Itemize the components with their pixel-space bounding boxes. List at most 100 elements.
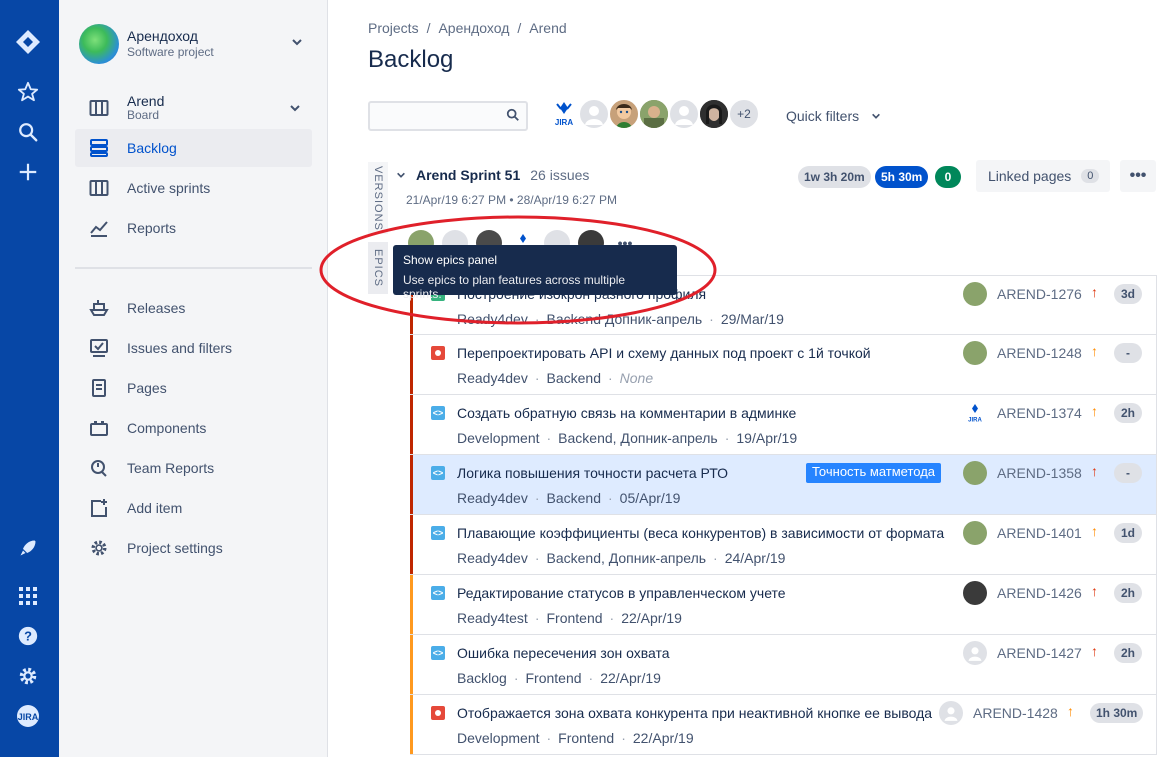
sidebar-item-label: Components	[127, 420, 207, 436]
issue-key[interactable]: AREND-1248	[997, 345, 1082, 361]
apps-icon[interactable]	[14, 582, 42, 610]
components-icon	[87, 416, 111, 440]
issue-summary[interactable]: Редактирование статусов в управленческом…	[457, 585, 786, 601]
issue-row[interactable]: <> Создать обратную связь на комментарии…	[410, 395, 1157, 455]
sidebar-item-pages[interactable]: Pages	[75, 369, 312, 407]
search-input[interactable]	[368, 101, 528, 131]
user-avatar[interactable]	[608, 98, 640, 130]
rocket-icon[interactable]	[14, 534, 42, 562]
issue-row[interactable]: <> Ошибка пересечения зон охвата Backlog…	[410, 635, 1157, 695]
issue-summary[interactable]: Плавающие коэффициенты (веса конкурентов…	[457, 525, 944, 541]
linked-pages-button[interactable]: Linked pages 0	[976, 160, 1110, 192]
issue-key[interactable]: AREND-1428	[973, 705, 1058, 721]
search-icon[interactable]	[14, 118, 42, 146]
chevron-down-icon[interactable]	[291, 36, 303, 51]
jira-avatar[interactable]: JIRA	[963, 401, 987, 425]
issue-version: None	[619, 370, 654, 386]
breadcrumb-board[interactable]: Arend	[529, 20, 566, 36]
task-icon: <>	[431, 406, 445, 420]
sidebar-item-label: Pages	[127, 380, 167, 396]
chevron-down-icon[interactable]	[396, 167, 406, 183]
issue-key[interactable]: AREND-1358	[997, 465, 1082, 481]
issue-summary[interactable]: Создать обратную связь на комментарии в …	[457, 405, 796, 421]
create-icon[interactable]	[14, 158, 42, 186]
bug-icon	[431, 706, 445, 720]
priority-icon: ↑	[1091, 583, 1098, 599]
issue-key[interactable]: AREND-1401	[997, 525, 1082, 541]
issue-date: 05/Apr/19	[619, 490, 681, 506]
issue-summary[interactable]: Перепроектировать API и схему данных под…	[457, 345, 871, 361]
issue-row[interactable]: <> Плавающие коэффициенты (веса конкурен…	[410, 515, 1157, 575]
sidebar-item-components[interactable]: Components	[75, 409, 312, 447]
sidebar-item-team-reports[interactable]: Team Reports	[75, 449, 312, 487]
issue-summary[interactable]: Ошибка пересечения зон охвата	[457, 645, 670, 661]
issue-components: Backend	[546, 370, 601, 386]
jira-avatar[interactable]: JIRA	[548, 98, 580, 130]
priority-icon: ↑	[1091, 284, 1098, 300]
issue-key[interactable]: AREND-1374	[997, 405, 1082, 421]
page-title: Backlog	[368, 46, 454, 73]
issue-summary[interactable]: Логика повышения точности расчета РТО	[457, 465, 728, 481]
sprint-header[interactable]: Arend Sprint 51 26 issues	[396, 167, 589, 183]
sidebar-item-active-sprints[interactable]: Active sprints	[75, 169, 312, 207]
sidebar-item-issues-and-filters[interactable]: Issues and filters	[75, 329, 312, 367]
breadcrumb-project[interactable]: Арендоход	[438, 20, 509, 36]
more-avatars-badge[interactable]: +2	[728, 98, 760, 130]
epic-color-bar	[410, 575, 413, 634]
assignee-avatar[interactable]	[963, 461, 987, 485]
breadcrumb-separator: /	[517, 20, 522, 36]
sidebar-item-project-settings[interactable]: Project settings	[75, 529, 312, 567]
default-user-avatar[interactable]	[668, 98, 700, 130]
star-icon[interactable]	[14, 78, 42, 106]
issue-key[interactable]: AREND-1426	[997, 585, 1082, 601]
sidebar-item-reports[interactable]: Reports	[75, 209, 312, 247]
global-navigation: ? JIRA	[0, 0, 59, 757]
assignee-avatar[interactable]	[963, 581, 987, 605]
assignee-avatar[interactable]	[963, 341, 987, 365]
issue-key[interactable]: AREND-1276	[997, 286, 1082, 302]
profile-avatar[interactable]: JIRA	[14, 702, 42, 730]
jira-logo-icon[interactable]	[14, 28, 42, 56]
default-user-avatar[interactable]	[939, 701, 963, 725]
sidebar-item-label: Issues and filters	[127, 340, 233, 356]
ship-icon	[87, 296, 111, 320]
breadcrumb-projects[interactable]: Projects	[368, 20, 419, 36]
issue-meta: Backlog · Frontend · 22/Apr/19	[457, 670, 661, 686]
issue-meta: Ready4dev · Backend, Допник-апрель · 24/Apr/…	[457, 550, 786, 566]
sidebar-item-add-item[interactable]: Add item	[75, 489, 312, 527]
bug-icon	[431, 346, 445, 360]
user-avatar[interactable]	[698, 98, 730, 130]
issue-components: Backend, Допник-апрель	[546, 550, 707, 566]
quick-filters-dropdown[interactable]: Quick filters	[786, 108, 881, 124]
task-icon: <>	[431, 526, 445, 540]
estimate-badge: -	[1114, 343, 1142, 363]
sprint-more-button[interactable]: •••	[1120, 160, 1156, 192]
default-user-avatar[interactable]	[963, 641, 987, 665]
issue-row-selected[interactable]: <> Логика повышения точности расчета РТО…	[410, 455, 1157, 515]
user-avatar[interactable]	[638, 98, 670, 130]
issue-meta: Development · Frontend · 22/Apr/19	[457, 730, 694, 746]
default-user-avatar[interactable]	[578, 98, 610, 130]
epic-lozenge[interactable]: Точность матметода	[806, 463, 942, 483]
assignee-avatar[interactable]	[963, 282, 987, 306]
sidebar-item-backlog[interactable]: Backlog	[75, 129, 312, 167]
issue-summary[interactable]: Отображается зона охвата конкурента при …	[457, 705, 932, 721]
settings-icon[interactable]	[14, 662, 42, 690]
help-icon[interactable]: ?	[14, 622, 42, 650]
issue-status: Development	[457, 430, 540, 446]
issue-row[interactable]: Отображается зона охвата конкурента при …	[410, 695, 1157, 755]
assignee-avatar[interactable]	[963, 521, 987, 545]
estimate-badge: 1d	[1114, 523, 1142, 543]
issue-status: Development	[457, 730, 540, 746]
issue-key[interactable]: AREND-1427	[997, 645, 1082, 661]
issue-row[interactable]: <> Редактирование статусов в управленчес…	[410, 575, 1157, 635]
task-icon: <>	[431, 466, 445, 480]
chevron-down-icon[interactable]	[289, 102, 301, 117]
issue-row[interactable]: Перепроектировать API и схему данных под…	[410, 335, 1157, 395]
board-switcher[interactable]: Arend Board	[75, 89, 312, 127]
project-header[interactable]: Арендоход Software project	[79, 24, 309, 66]
sidebar-item-releases[interactable]: Releases	[75, 289, 312, 327]
page-icon	[87, 376, 111, 400]
epic-color-bar	[410, 515, 413, 574]
search-field[interactable]	[370, 103, 490, 127]
